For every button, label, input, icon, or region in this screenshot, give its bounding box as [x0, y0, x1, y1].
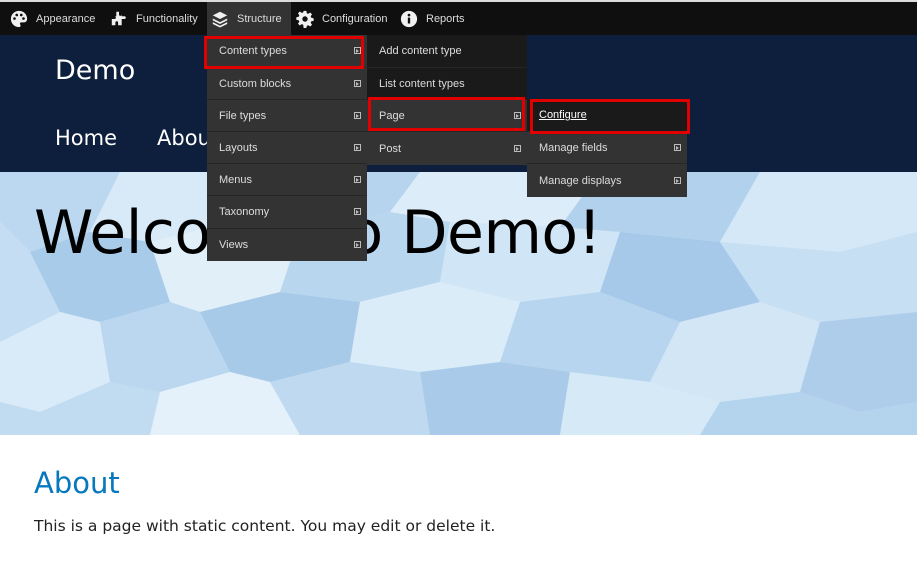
- menu-item-configure[interactable]: Configure: [527, 99, 687, 132]
- menu-item-manage-fields[interactable]: Manage fields: [527, 132, 687, 164]
- menu-item-label: Custom blocks: [219, 77, 292, 90]
- menu-item-manage-displays[interactable]: Manage displays: [527, 164, 687, 197]
- menu-item-label: File types: [219, 109, 267, 122]
- puzzle-icon: [110, 10, 128, 28]
- menu-item-label: Taxonomy: [219, 206, 270, 218]
- submenu-arrow-icon: [354, 79, 361, 87]
- menu-item-label: Post: [379, 142, 402, 155]
- menu-item-label: Menus: [219, 173, 253, 186]
- submenu-arrow-icon: [354, 143, 361, 151]
- submenu-arrow-icon: [354, 175, 361, 183]
- toolbar-configuration[interactable]: Configuration: [296, 2, 387, 35]
- submenu-arrow-icon: [674, 143, 681, 151]
- menu-item-label: Manage fields: [539, 141, 608, 154]
- site-name[interactable]: Demo: [55, 55, 135, 86]
- menu-item-label: List content types: [379, 77, 465, 90]
- page-title: About: [34, 466, 120, 500]
- admin-toolbar: Appearance Functionality Structure Confi…: [0, 0, 917, 35]
- submenu-arrow-icon: [354, 47, 361, 54]
- toolbar-label: Configuration: [322, 12, 388, 25]
- structure-menu: Content types Custom blocks File types L…: [207, 35, 367, 261]
- menu-item-page[interactable]: Page: [367, 100, 527, 132]
- toolbar-label: Reports: [426, 12, 465, 25]
- submenu-arrow-icon: [354, 241, 361, 248]
- gear-icon: [296, 10, 314, 28]
- submenu-arrow-icon: [674, 176, 681, 184]
- page-menu: Configure Manage fields Manage displays: [527, 99, 687, 197]
- toolbar-label: Functionality: [136, 12, 198, 25]
- menu-item-label: Manage displays: [539, 174, 622, 187]
- palette-icon: [10, 10, 28, 28]
- submenu-arrow-icon: [354, 111, 361, 119]
- menu-item-list-content-types[interactable]: List content types: [367, 68, 527, 100]
- nav-home[interactable]: Home: [55, 126, 117, 150]
- toolbar-structure[interactable]: Structure: [207, 2, 291, 35]
- menu-item-label: Add content type: [379, 45, 462, 57]
- menu-item-add-content-type[interactable]: Add content type: [367, 35, 527, 68]
- submenu-arrow-icon: [354, 208, 361, 215]
- menu-item-label: Views: [219, 239, 249, 251]
- toolbar-label: Appearance: [36, 12, 96, 25]
- menu-item-menus[interactable]: Menus: [207, 164, 367, 196]
- content-types-menu: Add content type List content types Page…: [367, 35, 527, 165]
- hero-banner: Welcome to Demo!: [0, 172, 917, 435]
- menu-item-label: Layouts: [219, 141, 258, 154]
- layers-icon: [211, 10, 229, 28]
- toolbar-functionality[interactable]: Functionality: [110, 2, 198, 35]
- menu-item-label: Page: [379, 109, 405, 122]
- menu-item-taxonomy[interactable]: Taxonomy: [207, 196, 367, 229]
- toolbar-appearance[interactable]: Appearance: [10, 2, 95, 35]
- menu-item-file-types[interactable]: File types: [207, 100, 367, 132]
- submenu-arrow-icon: [514, 111, 521, 119]
- menu-item-views[interactable]: Views: [207, 229, 367, 261]
- menu-item-content-types[interactable]: Content types: [207, 35, 367, 68]
- menu-item-label: Configure: [539, 109, 587, 121]
- info-icon: [400, 10, 418, 28]
- submenu-arrow-icon: [514, 144, 521, 152]
- menu-item-label: Content types: [219, 45, 287, 57]
- menu-item-post[interactable]: Post: [367, 132, 527, 165]
- toolbar-label: Structure: [237, 12, 282, 25]
- menu-item-layouts[interactable]: Layouts: [207, 132, 367, 164]
- toolbar-reports[interactable]: Reports: [400, 2, 465, 35]
- page-body-text: This is a page with static content. You …: [34, 517, 496, 535]
- menu-item-custom-blocks[interactable]: Custom blocks: [207, 68, 367, 100]
